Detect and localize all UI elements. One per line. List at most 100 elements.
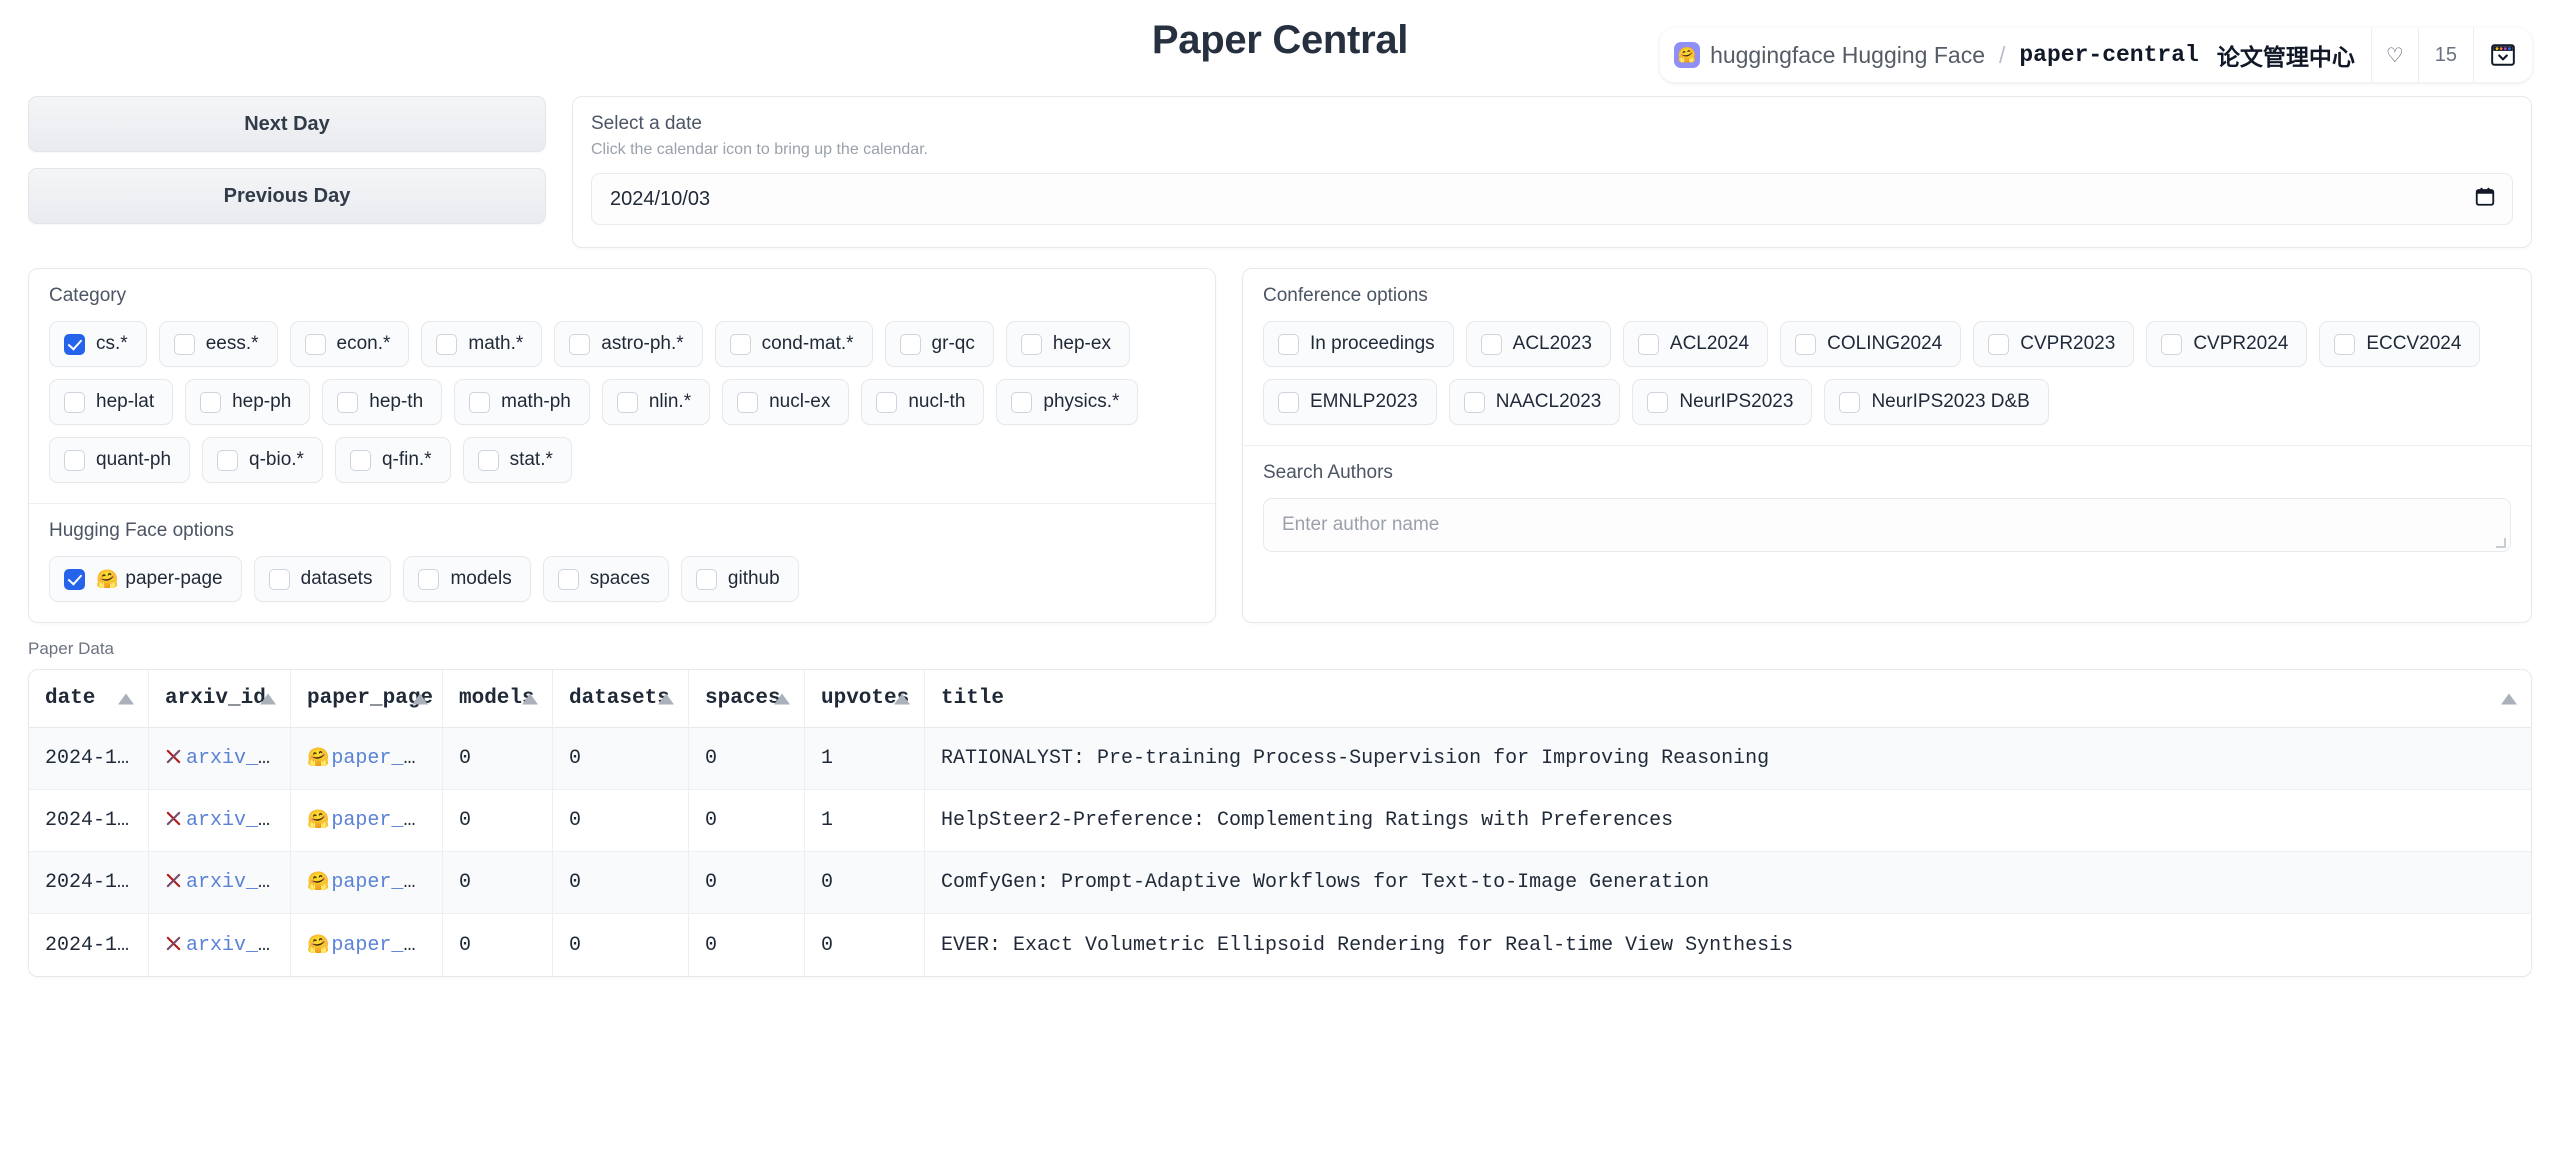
checkbox-icon[interactable] — [200, 391, 222, 413]
checkbox-icon[interactable] — [64, 449, 85, 471]
checkbox-icon[interactable] — [349, 449, 371, 471]
paper-page-link[interactable]: paper_page — [331, 934, 442, 957]
previous-day-button[interactable]: Previous Day — [28, 168, 546, 224]
checkbox-icon[interactable] — [1795, 333, 1817, 355]
hf-option-chip-datasets[interactable]: datasets — [253, 556, 392, 602]
checkbox-icon[interactable] — [436, 333, 458, 355]
arxiv-page-link[interactable]: arxiv_page — [186, 934, 290, 957]
checkbox-icon[interactable] — [899, 333, 921, 355]
cell-arxiv_id[interactable]: arxiv_page — [149, 728, 291, 790]
category-chip-eess[interactable]: eess.* — [158, 321, 278, 367]
category-chip-hep-lat[interactable]: hep-lat — [49, 379, 174, 425]
category-chip-nlin[interactable]: nlin.* — [601, 379, 711, 425]
checkbox-icon[interactable] — [1278, 333, 1299, 355]
checkbox-icon[interactable] — [1647, 391, 1669, 413]
sort-ascending-icon[interactable] — [894, 693, 910, 704]
checkbox-icon[interactable] — [64, 333, 85, 355]
sort-ascending-icon[interactable] — [412, 693, 428, 704]
date-input[interactable]: 2024/10/03 — [591, 173, 2513, 225]
category-chip-nucl-th[interactable]: nucl-th — [861, 379, 985, 425]
checkbox-icon[interactable] — [477, 449, 499, 471]
checkbox-icon[interactable] — [173, 333, 195, 355]
checkbox-icon[interactable] — [217, 449, 239, 471]
cell-arxiv_id[interactable]: arxiv_page — [149, 914, 291, 976]
column-header-date[interactable]: date — [29, 670, 149, 728]
table-row[interactable]: 2024-10-03arxiv_page🤗paper_page0000Comfy… — [29, 852, 2531, 914]
category-chip-nucl-ex[interactable]: nucl-ex — [722, 379, 850, 425]
checkbox-icon[interactable] — [616, 391, 638, 413]
cell-paper_page[interactable]: 🤗 paper_page — [291, 790, 443, 852]
checkbox-icon[interactable] — [1480, 333, 1502, 355]
checkbox-icon[interactable] — [695, 568, 717, 590]
category-chip-physics[interactable]: physics.* — [996, 379, 1139, 425]
column-header-title[interactable]: title — [925, 670, 2531, 728]
search-authors-input[interactable]: Enter author name — [1263, 498, 2511, 552]
category-chip-cs[interactable]: cs.* — [49, 321, 147, 367]
paper-page-link[interactable]: paper_page — [331, 871, 442, 894]
paper-page-link[interactable]: paper_page — [331, 747, 442, 770]
checkbox-icon[interactable] — [268, 568, 290, 590]
category-chip-math-ph[interactable]: math-ph — [454, 379, 590, 425]
conference-chip-cvpr2024[interactable]: CVPR2024 — [2146, 321, 2308, 367]
cell-arxiv_id[interactable]: arxiv_page — [149, 790, 291, 852]
category-chip-hep-ph[interactable]: hep-ph — [185, 379, 311, 425]
checkbox-icon[interactable] — [1463, 391, 1485, 413]
checkbox-icon[interactable] — [64, 568, 85, 590]
checkbox-icon[interactable] — [1020, 333, 1042, 355]
category-chip-hep-ex[interactable]: hep-ex — [1005, 321, 1130, 367]
sort-ascending-icon[interactable] — [658, 693, 674, 704]
checkbox-icon[interactable] — [64, 391, 85, 413]
heart-icon[interactable]: ♡ — [2372, 28, 2419, 82]
checkbox-icon[interactable] — [1278, 391, 1299, 413]
checkbox-icon[interactable] — [737, 391, 759, 413]
resize-grip-icon[interactable] — [2496, 538, 2506, 548]
space-repo-link[interactable]: 🤗 huggingface Hugging Face / paper-centr… — [1660, 28, 2372, 82]
checkbox-icon[interactable] — [1637, 333, 1659, 355]
checkbox-icon[interactable] — [729, 333, 751, 355]
sort-ascending-icon[interactable] — [260, 693, 276, 704]
category-chip-math[interactable]: math.* — [421, 321, 543, 367]
column-header-paper_page[interactable]: paper_page — [291, 670, 443, 728]
arxiv-page-link[interactable]: arxiv_page — [186, 747, 290, 770]
sort-ascending-icon[interactable] — [774, 693, 790, 704]
checkbox-icon[interactable] — [876, 391, 898, 413]
checkbox-icon[interactable] — [2334, 333, 2356, 355]
calendar-icon[interactable] — [2474, 186, 2496, 213]
paper-page-link[interactable]: paper_page — [331, 809, 442, 832]
next-day-button[interactable]: Next Day — [28, 96, 546, 152]
category-chip-hep-th[interactable]: hep-th — [322, 379, 443, 425]
checkbox-icon[interactable] — [304, 333, 326, 355]
column-header-datasets[interactable]: datasets — [553, 670, 689, 728]
cell-paper_page[interactable]: 🤗 paper_page — [291, 728, 443, 790]
hf-option-chip-paper-page[interactable]: 🤗 paper-page — [49, 556, 242, 602]
column-header-arxiv_id[interactable]: arxiv_id — [149, 670, 291, 728]
cell-arxiv_id[interactable]: arxiv_page — [149, 852, 291, 914]
hf-option-chip-spaces[interactable]: spaces — [542, 556, 669, 602]
category-chip-q-fin[interactable]: q-fin.* — [334, 437, 451, 483]
conference-chip-eccv2024[interactable]: ECCV2024 — [2319, 321, 2481, 367]
table-row[interactable]: 2024-10-03arxiv_page🤗paper_page0001HelpS… — [29, 790, 2531, 852]
conference-chip-coling2024[interactable]: COLING2024 — [1780, 321, 1962, 367]
checkbox-icon[interactable] — [1839, 391, 1861, 413]
column-header-models[interactable]: models — [443, 670, 553, 728]
category-chip-econ[interactable]: econ.* — [289, 321, 410, 367]
sort-ascending-icon[interactable] — [118, 693, 134, 704]
column-header-spaces[interactable]: spaces — [689, 670, 805, 728]
gradio-dropdown-icon[interactable] — [2474, 28, 2532, 82]
checkbox-icon[interactable] — [337, 391, 359, 413]
category-chip-quant-ph[interactable]: quant-ph — [49, 437, 191, 483]
sort-ascending-icon[interactable] — [2501, 693, 2517, 704]
conference-chip-cvpr2023[interactable]: CVPR2023 — [1973, 321, 2135, 367]
table-row[interactable]: 2024-10-03arxiv_page🤗paper_page0001RATIO… — [29, 728, 2531, 790]
checkbox-icon[interactable] — [2161, 333, 2183, 355]
checkbox-icon[interactable] — [1011, 391, 1033, 413]
conference-chip-in-proceedings[interactable]: In proceedings — [1263, 321, 1454, 367]
column-header-upvotes[interactable]: upvotes — [805, 670, 925, 728]
hf-option-chip-github[interactable]: github — [680, 556, 799, 602]
conference-chip-neurips2023[interactable]: NeurIPS2023 — [1632, 379, 1813, 425]
table-row[interactable]: 2024-10-03arxiv_page🤗paper_page0000EVER:… — [29, 914, 2531, 976]
conference-chip-acl2023[interactable]: ACL2023 — [1465, 321, 1611, 367]
arxiv-page-link[interactable]: arxiv_page — [186, 871, 290, 894]
cell-paper_page[interactable]: 🤗 paper_page — [291, 852, 443, 914]
hf-option-chip-models[interactable]: models — [403, 556, 531, 602]
